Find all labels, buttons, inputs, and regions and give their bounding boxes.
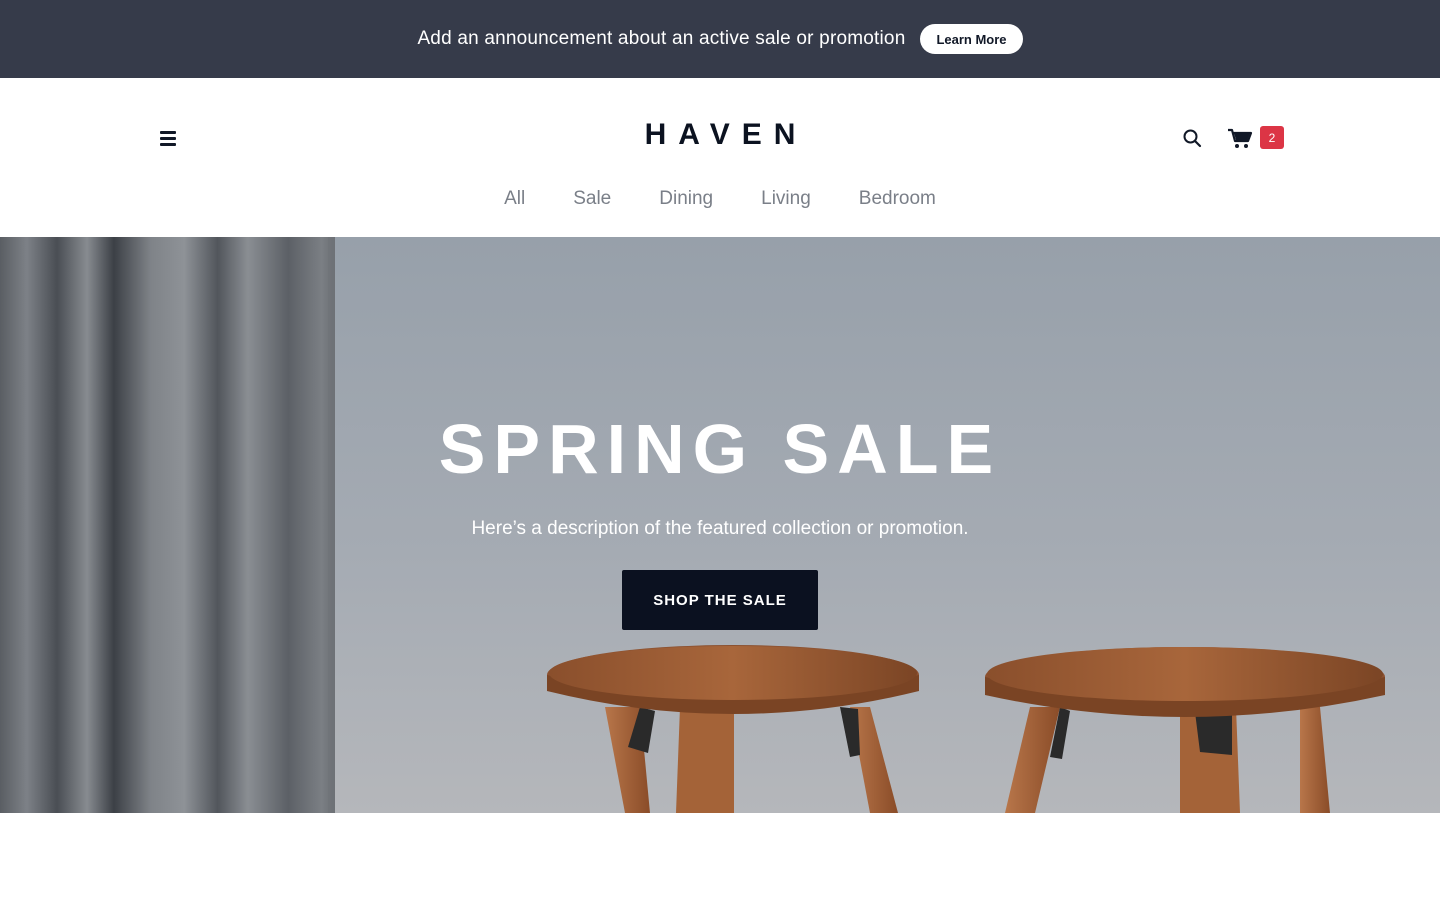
- category-nav: All Sale Dining Living Bedroom: [0, 188, 1440, 210]
- nav-item-living[interactable]: Living: [761, 188, 811, 210]
- announcement-bar: Add an announcement about an active sale…: [0, 0, 1440, 78]
- site-logo[interactable]: HAVEN: [0, 118, 1440, 152]
- nav-item-all[interactable]: All: [504, 188, 525, 210]
- learn-more-button[interactable]: Learn More: [920, 24, 1023, 54]
- nav-item-dining[interactable]: Dining: [659, 188, 713, 210]
- cart-count-badge[interactable]: 2: [1260, 126, 1284, 149]
- nav-item-bedroom[interactable]: Bedroom: [859, 188, 936, 210]
- shopping-cart-icon[interactable]: [1226, 124, 1254, 152]
- hero-banner: SPRING SALE Here’s a description of the …: [0, 237, 1440, 813]
- announcement-text: Add an announcement about an active sale…: [417, 28, 906, 49]
- hero-title: SPRING SALE: [438, 410, 1002, 488]
- nav-item-sale[interactable]: Sale: [573, 188, 611, 210]
- hero-description: Here’s a description of the featured col…: [471, 518, 969, 539]
- search-icon[interactable]: [1180, 126, 1204, 150]
- shop-the-sale-button[interactable]: SHOP THE SALE: [622, 570, 818, 630]
- site-header: HAVEN 2 All Sale Dining Living Bedroom: [0, 78, 1440, 237]
